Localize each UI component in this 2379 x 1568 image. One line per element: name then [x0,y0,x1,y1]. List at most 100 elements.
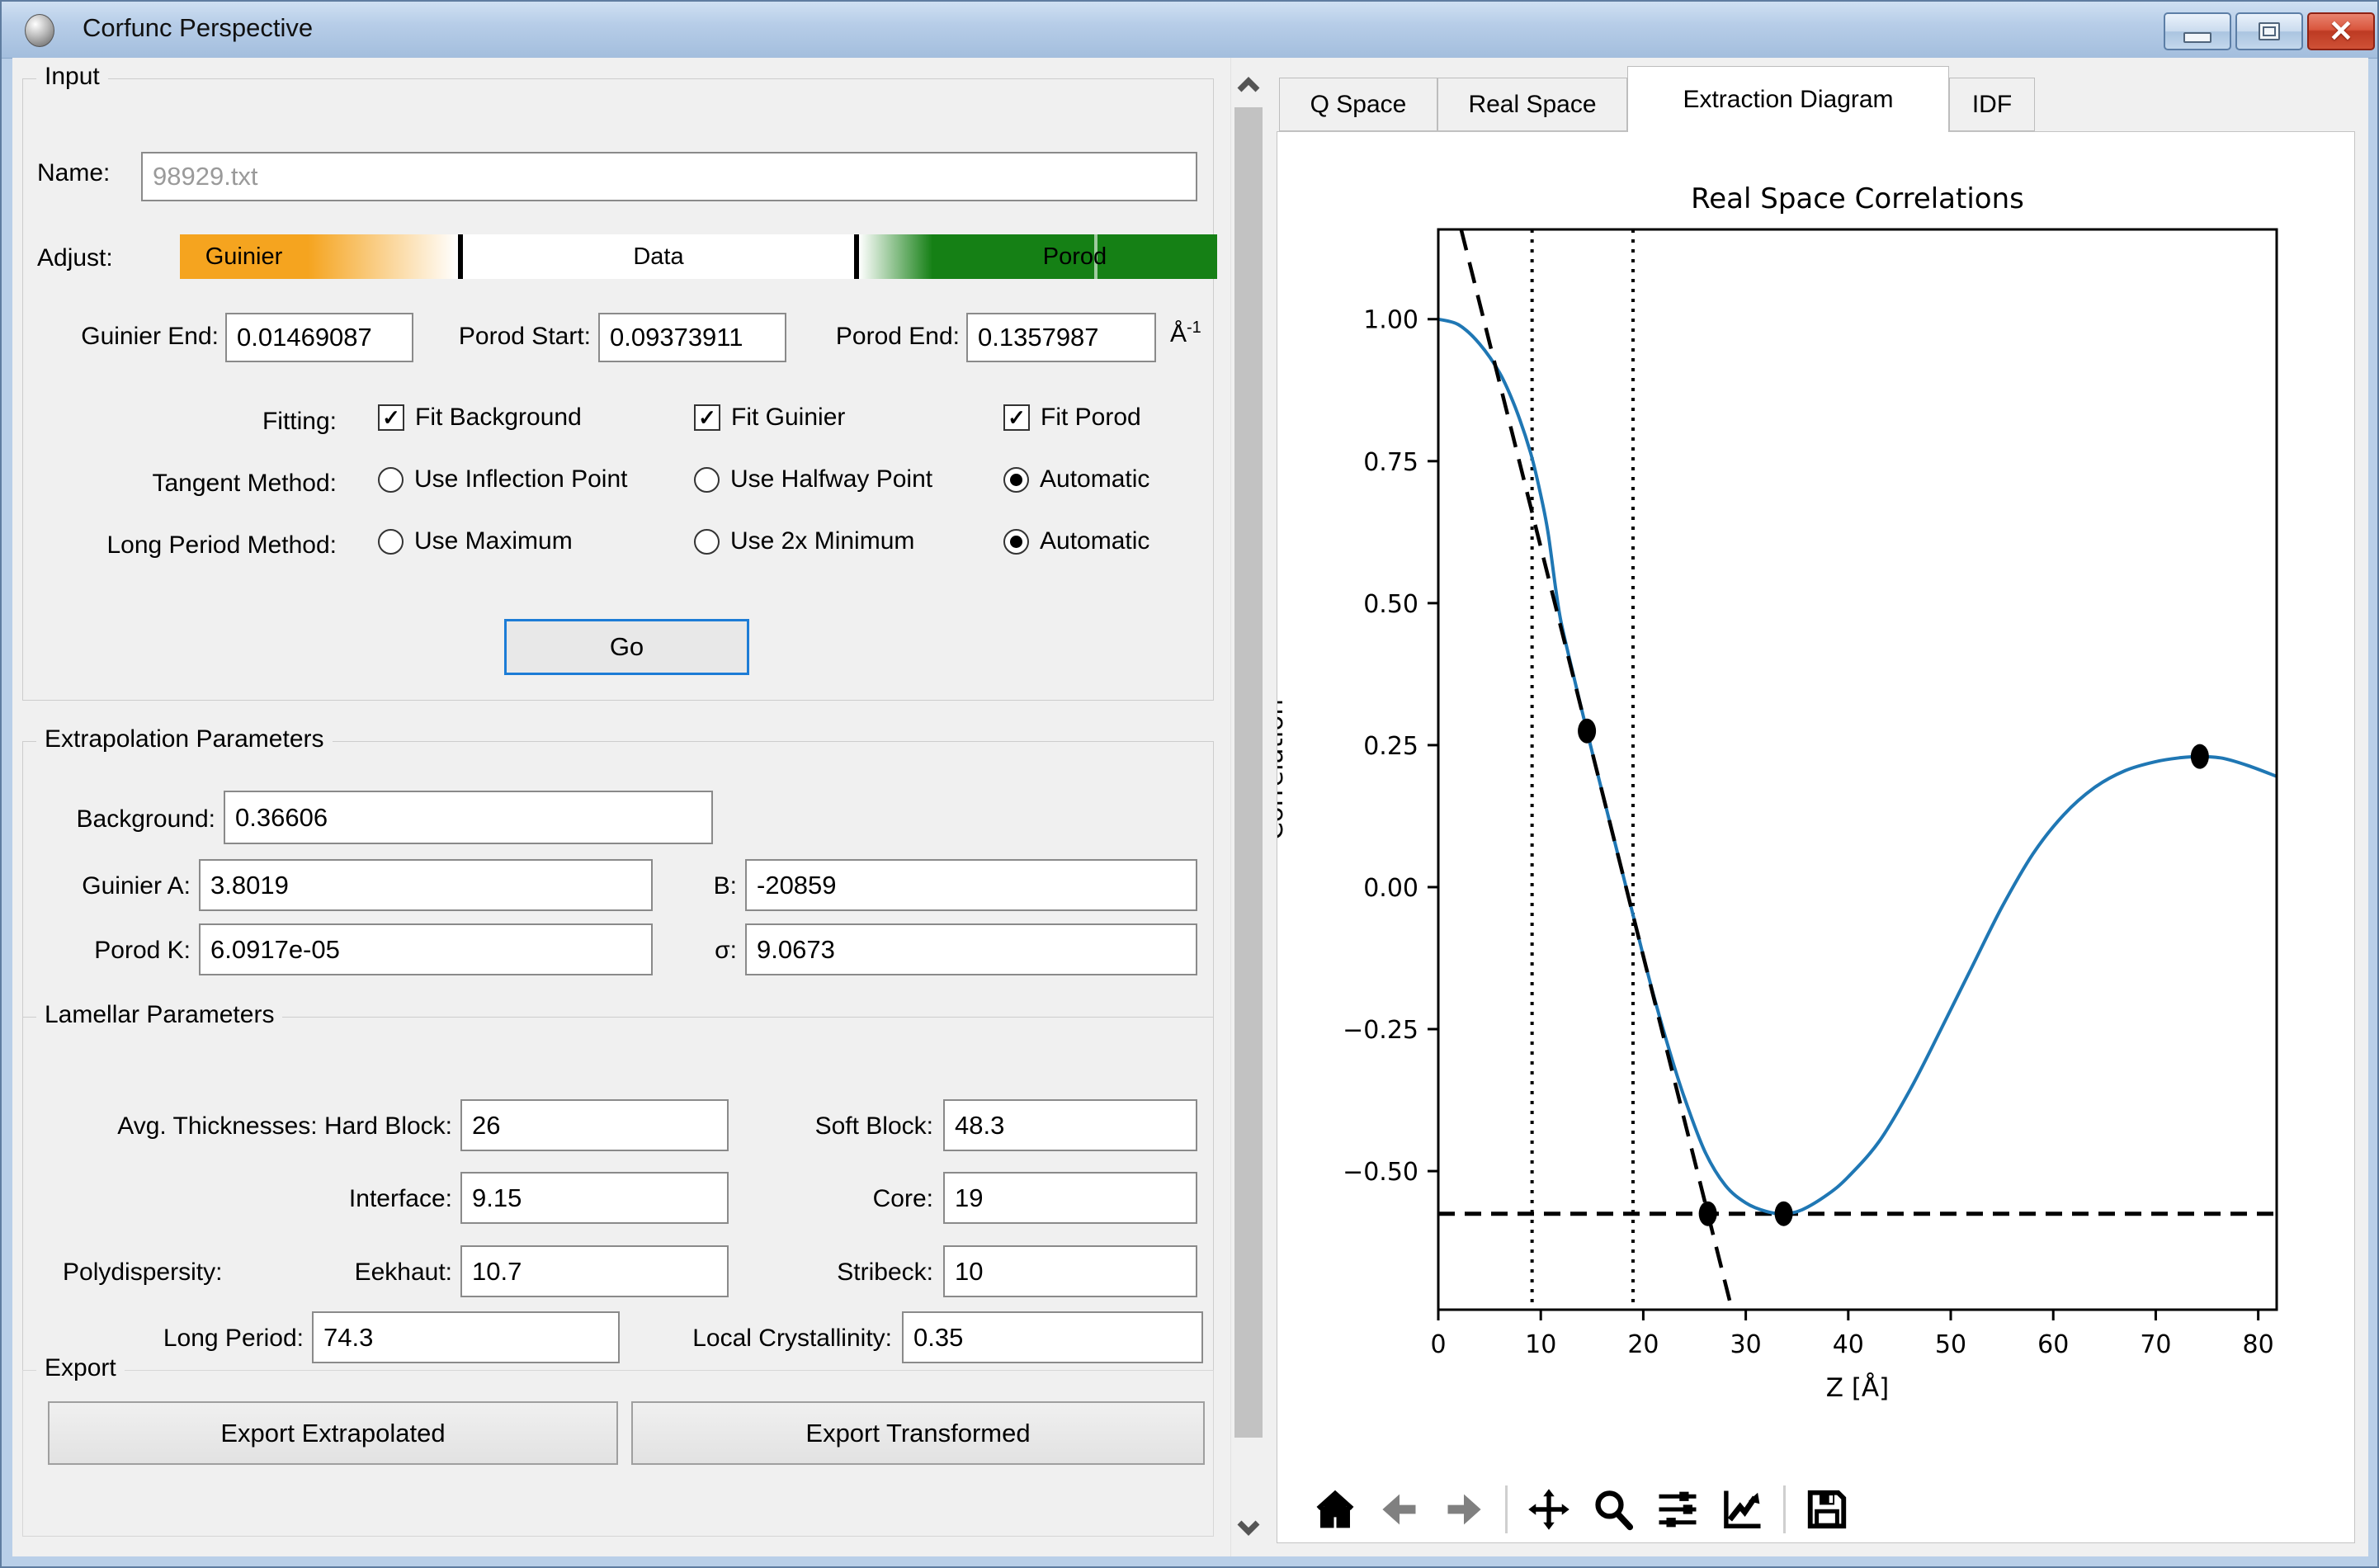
eekhaut-field[interactable]: 10.7 [460,1245,729,1297]
porod-end-field[interactable]: 0.1357987 [966,313,1156,362]
maximize-button[interactable] [2235,12,2303,50]
fit-background-checkbox[interactable]: ✓ Fit Background [378,404,582,432]
radio-icon[interactable] [378,466,404,493]
soft-block-field[interactable]: 48.3 [943,1099,1197,1151]
radio-icon[interactable] [694,528,720,555]
scrollbar-thumb[interactable] [1234,107,1263,1438]
fit-porod-checkbox[interactable]: ✓ Fit Porod [1003,404,1141,432]
plot-toolbar [1312,1484,1850,1535]
long-period-field[interactable]: 74.3 [312,1311,620,1363]
guinier-b-field[interactable]: -20859 [745,859,1197,911]
local-crystallinity-field[interactable]: 0.35 [902,1311,1203,1363]
close-button[interactable]: ✕ [2307,12,2375,50]
plot-title: Real Space Correlations [1691,182,2024,215]
interface-label: Interface: [348,1185,452,1212]
corfunc-window: Corfunc Perspective ✕ Input Name: 98929.… [0,0,2379,1568]
svg-text:10: 10 [1525,1330,1556,1359]
checkbox-icon[interactable]: ✓ [694,404,720,431]
guinier-fade-segment[interactable] [308,234,458,279]
home-icon[interactable] [1312,1486,1358,1533]
svg-text:70: 70 [2140,1330,2171,1359]
radio-icon[interactable] [378,528,404,555]
porod-k-field[interactable]: 6.0917e-05 [199,923,653,975]
checkbox-icon[interactable]: ✓ [378,404,404,431]
slider-data-label: Data [633,243,684,270]
tangent-automatic-radio[interactable]: Automatic [1003,465,1149,494]
porod-fade-segment[interactable] [859,234,932,279]
slider-porod-label: Porod [1042,243,1107,270]
guinier-b-label: B: [713,872,737,900]
scrollbar-up-arrow[interactable] [1236,76,1261,96]
edit-plot-icon[interactable] [1719,1486,1765,1533]
tab-real-space[interactable]: Real Space [1437,78,1627,131]
save-icon[interactable] [1804,1486,1850,1533]
stribeck-field[interactable]: 10 [943,1245,1197,1297]
plot-frame [1437,228,2278,1311]
polydispersity-label: Polydispersity: [63,1259,223,1286]
porod-start-field[interactable]: 0.09373911 [598,313,786,362]
back-icon[interactable] [1376,1486,1423,1533]
hard-block-label: Avg. Thicknesses: Hard Block: [117,1112,452,1140]
adjust-range-slider[interactable]: Guinier Data Porod [180,234,1217,279]
left-panel-scrollbar[interactable] [1230,58,1266,1556]
feature-point-marker [1698,1201,1717,1226]
client-area: Input Name: 98929.txt Adjust: Guinier Da… [12,58,2368,1556]
x-axis-label: Z [Å] [1826,1373,1890,1403]
zoom-icon[interactable] [1590,1486,1636,1533]
app-icon [25,14,54,47]
extrapolation-group-title: Extrapolation Parameters [36,725,333,753]
checkbox-icon[interactable]: ✓ [1003,404,1030,431]
extraction-diagram-pane: Real Space Correlations Z [Å] Correlation 0… [1277,131,2355,1543]
correlation-function [1438,317,2277,1216]
forward-icon[interactable] [1441,1486,1487,1533]
use-inflection-point-radio[interactable]: Use Inflection Point [378,465,627,494]
extrapolation-group: Extrapolation Parameters Background: 0.3… [22,725,1214,1027]
tab-idf[interactable]: IDF [1949,78,2035,131]
title-bar[interactable]: Corfunc Perspective ✕ [2,2,2377,59]
soft-block-label: Soft Block: [814,1112,933,1140]
guinier-end-field[interactable]: 0.01469087 [225,313,413,362]
stribeck-label: Stribeck: [837,1259,933,1286]
long-period-automatic-radio[interactable]: Automatic [1003,527,1149,555]
background-field[interactable]: 0.36606 [224,791,713,844]
use-halfway-point-radio[interactable]: Use Halfway Point [694,465,932,494]
scrollbar-down-arrow[interactable] [1236,1517,1261,1537]
pan-icon[interactable] [1526,1486,1572,1533]
hard-block-field[interactable]: 26 [460,1099,729,1151]
use-maximum-radio[interactable]: Use Maximum [378,527,573,555]
interface-field[interactable]: 9.15 [460,1172,729,1224]
porod-k-label: Porod K: [94,937,191,964]
local-crystallinity-label: Local Crystallinity: [692,1325,892,1352]
configure-subplots-icon[interactable] [1654,1486,1701,1533]
radio-icon[interactable] [694,466,720,493]
svg-text:50: 50 [1935,1330,1966,1359]
minimize-button[interactable] [2164,12,2231,50]
name-label: Name: [37,159,111,187]
svg-text:−0.50: −0.50 [1343,1158,1418,1187]
svg-text:0: 0 [1430,1330,1446,1359]
tab-q-space[interactable]: Q Space [1279,78,1437,131]
svg-text:30: 30 [1730,1330,1762,1359]
radio-icon[interactable] [1003,466,1029,493]
export-group-title: Export [36,1354,125,1382]
svg-text:20: 20 [1627,1330,1659,1359]
long-period-method-label: Long Period Method: [106,531,337,559]
lamellar-group: Lamellar Parameters Avg. Thicknesses: Ha… [22,1001,1214,1388]
guinier-a-field[interactable]: 3.8019 [199,859,653,911]
export-extrapolated-button[interactable]: Export Extrapolated [48,1401,618,1465]
fit-guinier-checkbox[interactable]: ✓ Fit Guinier [694,404,845,432]
core-field[interactable]: 19 [943,1172,1197,1224]
input-group: Input Name: 98929.txt Adjust: Guinier Da… [22,63,1217,701]
go-button[interactable]: Go [504,619,749,675]
slider-guinier-label: Guinier [205,243,283,270]
close-icon: ✕ [2328,14,2354,48]
radio-icon[interactable] [1003,528,1029,555]
use-2x-minimum-radio[interactable]: Use 2x Minimum [694,527,914,555]
porod-end-label: Porod End: [835,323,960,350]
toolbar-separator [1783,1485,1786,1533]
tab-extraction-diagram[interactable]: Extraction Diagram [1627,66,1949,132]
sigma-field[interactable]: 9.0673 [745,923,1197,975]
correlation-plot-canvas[interactable]: Real Space Correlations Z [Å] Correlation 0… [1277,132,2354,1477]
export-transformed-button[interactable]: Export Transformed [631,1401,1205,1465]
name-field[interactable]: 98929.txt [141,152,1197,201]
